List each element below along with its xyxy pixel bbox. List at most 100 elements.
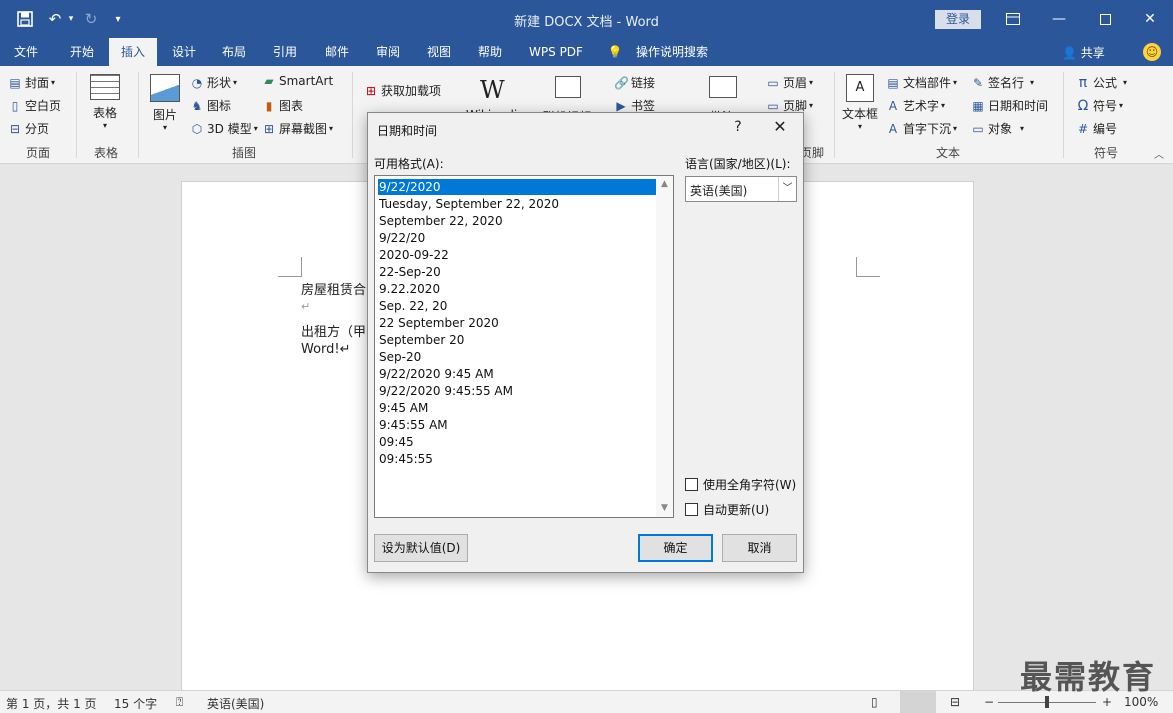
format-list-item[interactable]: 9/22/20 bbox=[378, 230, 426, 246]
dialog-close-icon[interactable]: ✕ bbox=[768, 117, 792, 136]
language-status[interactable]: 英语(美国) bbox=[207, 695, 264, 712]
format-list-item[interactable]: 9:45:55 AM bbox=[378, 417, 449, 433]
online-video-icon[interactable] bbox=[555, 76, 581, 98]
format-list-item[interactable]: 09:45 bbox=[378, 434, 415, 450]
tab-references[interactable]: 引用 bbox=[263, 38, 307, 66]
auto-update-checkbox[interactable]: 自动更新(U) bbox=[685, 501, 769, 518]
format-list-item[interactable]: September 22, 2020 bbox=[378, 213, 504, 229]
icons-icon: ♞ bbox=[191, 98, 203, 113]
read-mode-icon[interactable]: ▯ bbox=[871, 695, 878, 709]
document-line[interactable]: Word!↵ bbox=[301, 342, 351, 357]
maximize-icon[interactable] bbox=[1082, 0, 1128, 38]
format-list-item[interactable]: 9/22/2020 9:45:55 AM bbox=[378, 383, 514, 399]
language-select[interactable]: 英语(美国) ﹀ bbox=[685, 176, 797, 202]
icons-button[interactable]: ♞ 图标 bbox=[190, 97, 231, 114]
scroll-up-icon[interactable]: ▲ bbox=[656, 176, 673, 193]
tab-design[interactable]: 设计 bbox=[162, 38, 206, 66]
ribbon-display-options-icon[interactable] bbox=[990, 0, 1036, 38]
format-list-item[interactable]: Tuesday, September 22, 2020 bbox=[378, 196, 560, 212]
smartart-button[interactable]: ▰ SmartArt bbox=[262, 74, 333, 88]
format-list-item[interactable]: September 20 bbox=[378, 332, 465, 348]
cancel-button[interactable]: 取消 bbox=[722, 534, 797, 562]
object-button[interactable]: ▭ 对象 ▾ bbox=[971, 120, 1024, 137]
link-button[interactable]: 🔗 链接 bbox=[614, 74, 655, 91]
formats-scrollbar[interactable]: ▲ ▼ bbox=[656, 176, 673, 517]
document-line[interactable]: 出租方（甲 bbox=[301, 321, 366, 340]
login-button[interactable]: 登录 bbox=[935, 10, 981, 29]
tab-wps-pdf[interactable]: WPS PDF bbox=[521, 38, 591, 66]
quick-parts-button[interactable]: ▤ 文档部件 ▾ bbox=[886, 74, 957, 91]
format-list-item[interactable]: 9.22.2020 bbox=[378, 281, 441, 297]
tab-review[interactable]: 审阅 bbox=[366, 38, 410, 66]
web-layout-icon[interactable]: ⊟ bbox=[950, 695, 960, 709]
calendar-icon: ▦ bbox=[972, 98, 984, 113]
zoom-out-icon[interactable]: − bbox=[984, 695, 994, 709]
tab-mailings[interactable]: 邮件 bbox=[315, 38, 359, 66]
table-icon bbox=[90, 74, 120, 100]
format-list-item[interactable]: 09:45:55 bbox=[378, 451, 434, 467]
shapes-icon: ◔ bbox=[191, 75, 203, 90]
numbering-button[interactable]: # 编号 bbox=[1076, 120, 1117, 137]
feedback-smiley-icon[interactable]: ☺ bbox=[1143, 43, 1161, 61]
tab-help[interactable]: 帮助 bbox=[468, 38, 512, 66]
minimize-icon[interactable]: — bbox=[1036, 0, 1082, 38]
word-count[interactable]: 15 个字 bbox=[114, 695, 157, 712]
ok-button[interactable]: 确定 bbox=[638, 534, 713, 562]
formats-listbox[interactable]: 9/22/2020 Tuesday, September 22, 2020 Sept… bbox=[374, 175, 674, 518]
table-button[interactable]: 表格 ▾ bbox=[90, 74, 120, 130]
checkbox-box[interactable] bbox=[685, 503, 698, 516]
wordart-button[interactable]: A 艺术字 ▾ bbox=[886, 97, 945, 114]
lightbulb-icon[interactable]: 💡 bbox=[606, 38, 624, 66]
chart-button[interactable]: ▮ 图表 bbox=[262, 97, 303, 114]
format-list-item[interactable]: 22-Sep-20 bbox=[378, 264, 442, 280]
cover-page-button[interactable]: ▤ 封面 ▾ bbox=[8, 74, 55, 91]
scroll-down-icon[interactable]: ▼ bbox=[656, 500, 673, 517]
collapse-ribbon-icon[interactable]: ︿ bbox=[1154, 146, 1164, 161]
tab-file[interactable]: 文件 bbox=[4, 38, 48, 66]
share-button[interactable]: 👤 共享 bbox=[1062, 44, 1105, 61]
use-fullwidth-checkbox[interactable]: 使用全角字符(W) bbox=[685, 476, 796, 493]
set-default-button[interactable]: 设为默认值(D) bbox=[374, 534, 468, 562]
tab-view[interactable]: 视图 bbox=[417, 38, 461, 66]
shapes-button[interactable]: ◔ 形状 ▾ bbox=[190, 74, 237, 91]
equation-button[interactable]: π 公式 ▾ bbox=[1076, 74, 1127, 91]
tab-home[interactable]: 开始 bbox=[60, 38, 104, 66]
drop-cap-button[interactable]: A 首字下沉 ▾ bbox=[886, 120, 957, 137]
close-icon[interactable]: ✕ bbox=[1127, 0, 1173, 38]
wikipedia-icon[interactable]: W bbox=[480, 76, 505, 104]
pi-icon: π bbox=[1078, 74, 1088, 91]
blank-page-button[interactable]: ▯ 空白页 bbox=[8, 97, 61, 114]
proofing-icon[interactable]: ⍰ bbox=[176, 695, 183, 710]
format-list-item[interactable]: 2020-09-22 bbox=[378, 247, 450, 263]
date-time-button[interactable]: ▦ 日期和时间 bbox=[971, 97, 1048, 114]
margin-marker bbox=[278, 257, 302, 277]
margin-marker bbox=[856, 257, 880, 277]
comment-icon[interactable] bbox=[709, 76, 737, 98]
symbol-button[interactable]: Ω 符号 ▾ bbox=[1076, 97, 1123, 114]
format-list-item[interactable]: 9/22/2020 9:45 AM bbox=[378, 366, 495, 382]
header-button[interactable]: ▭ 页眉 ▾ bbox=[766, 74, 813, 91]
chevron-down-icon[interactable]: ﹀ bbox=[778, 177, 796, 201]
signature-line-button[interactable]: ✎ 签名行 ▾ bbox=[971, 74, 1034, 91]
picture-button[interactable]: 图片 ▾ bbox=[150, 74, 180, 132]
3d-models-button[interactable]: ⬡ 3D 模型 ▾ bbox=[190, 120, 258, 137]
screenshot-button[interactable]: ⊞ 屏幕截图 ▾ bbox=[262, 120, 333, 137]
page-info[interactable]: 第 1 页，共 1 页 bbox=[6, 695, 97, 712]
document-line[interactable]: 房屋租赁合 bbox=[301, 279, 366, 298]
tab-insert[interactable]: 插入 bbox=[109, 38, 157, 66]
signature-icon: ✎ bbox=[972, 75, 984, 90]
print-layout-icon[interactable] bbox=[900, 691, 936, 713]
format-list-item[interactable]: 9/22/2020 bbox=[377, 178, 657, 196]
tab-layout[interactable]: 布局 bbox=[212, 38, 256, 66]
text-box-button[interactable]: A 文本框 ▾ bbox=[842, 74, 878, 131]
help-button[interactable]: ? bbox=[728, 119, 748, 135]
page-break-icon: ⊟ bbox=[9, 121, 21, 136]
page-break-button[interactable]: ⊟ 分页 bbox=[8, 120, 49, 137]
get-addins-button[interactable]: ⊞ 获取加载项 bbox=[364, 82, 441, 99]
checkbox-box[interactable] bbox=[685, 478, 698, 491]
format-list-item[interactable]: Sep-20 bbox=[378, 349, 422, 365]
tell-me-search[interactable]: 操作说明搜索 bbox=[630, 38, 714, 66]
format-list-item[interactable]: 9:45 AM bbox=[378, 400, 429, 416]
format-list-item[interactable]: Sep. 22, 20 bbox=[378, 298, 448, 314]
format-list-item[interactable]: 22 September 2020 bbox=[378, 315, 500, 331]
